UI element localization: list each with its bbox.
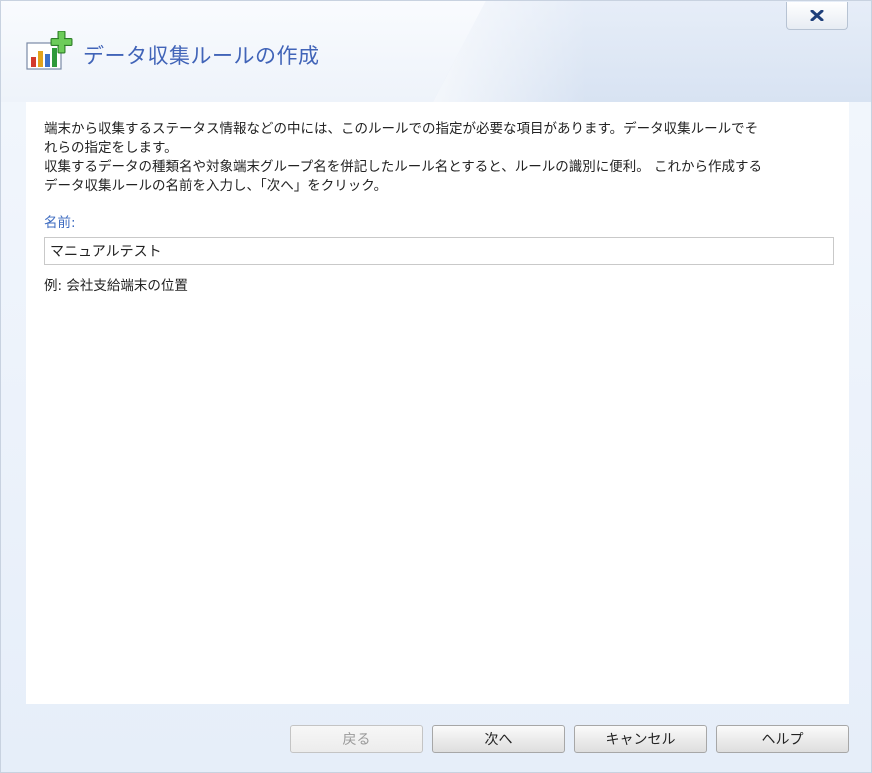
close-x-icon	[810, 10, 824, 21]
name-example-text: 例: 会社支給端末の位置	[44, 278, 188, 294]
cancel-button[interactable]: キャンセル	[574, 725, 707, 753]
close-button[interactable]	[786, 2, 848, 30]
wizard-content-panel: 端末から収集するステータス情報などの中には、このルールでの指定が必要な項目があり…	[26, 102, 849, 704]
description-text: 端末から収集するステータス情報などの中には、このルールでの指定が必要な項目があり…	[44, 120, 844, 196]
create-data-collection-rule-dialog: データ収集ルールの作成 端末から収集するステータス情報などの中には、このルールで…	[0, 0, 872, 773]
back-button[interactable]: 戻る	[290, 725, 423, 753]
help-button[interactable]: ヘルプ	[716, 725, 849, 753]
next-button[interactable]: 次へ	[432, 725, 565, 753]
description-line: 収集するデータの種類名や対象端末グループ名を併記したルール名とすると、ルールの識…	[44, 159, 763, 175]
chart-add-icon	[26, 31, 73, 70]
description-line: データ収集ルールの名前を入力し、「次へ」をクリック。	[44, 178, 388, 194]
rule-name-input[interactable]	[44, 237, 834, 265]
dialog-header: データ収集ルールの作成	[1, 1, 871, 102]
name-label: 名前:	[44, 215, 76, 231]
dialog-title: データ収集ルールの作成	[83, 44, 320, 68]
description-line: 端末から収集するステータス情報などの中には、このルールでの指定が必要な項目があり…	[44, 121, 759, 137]
description-line: れらの指定をします。	[44, 140, 178, 156]
